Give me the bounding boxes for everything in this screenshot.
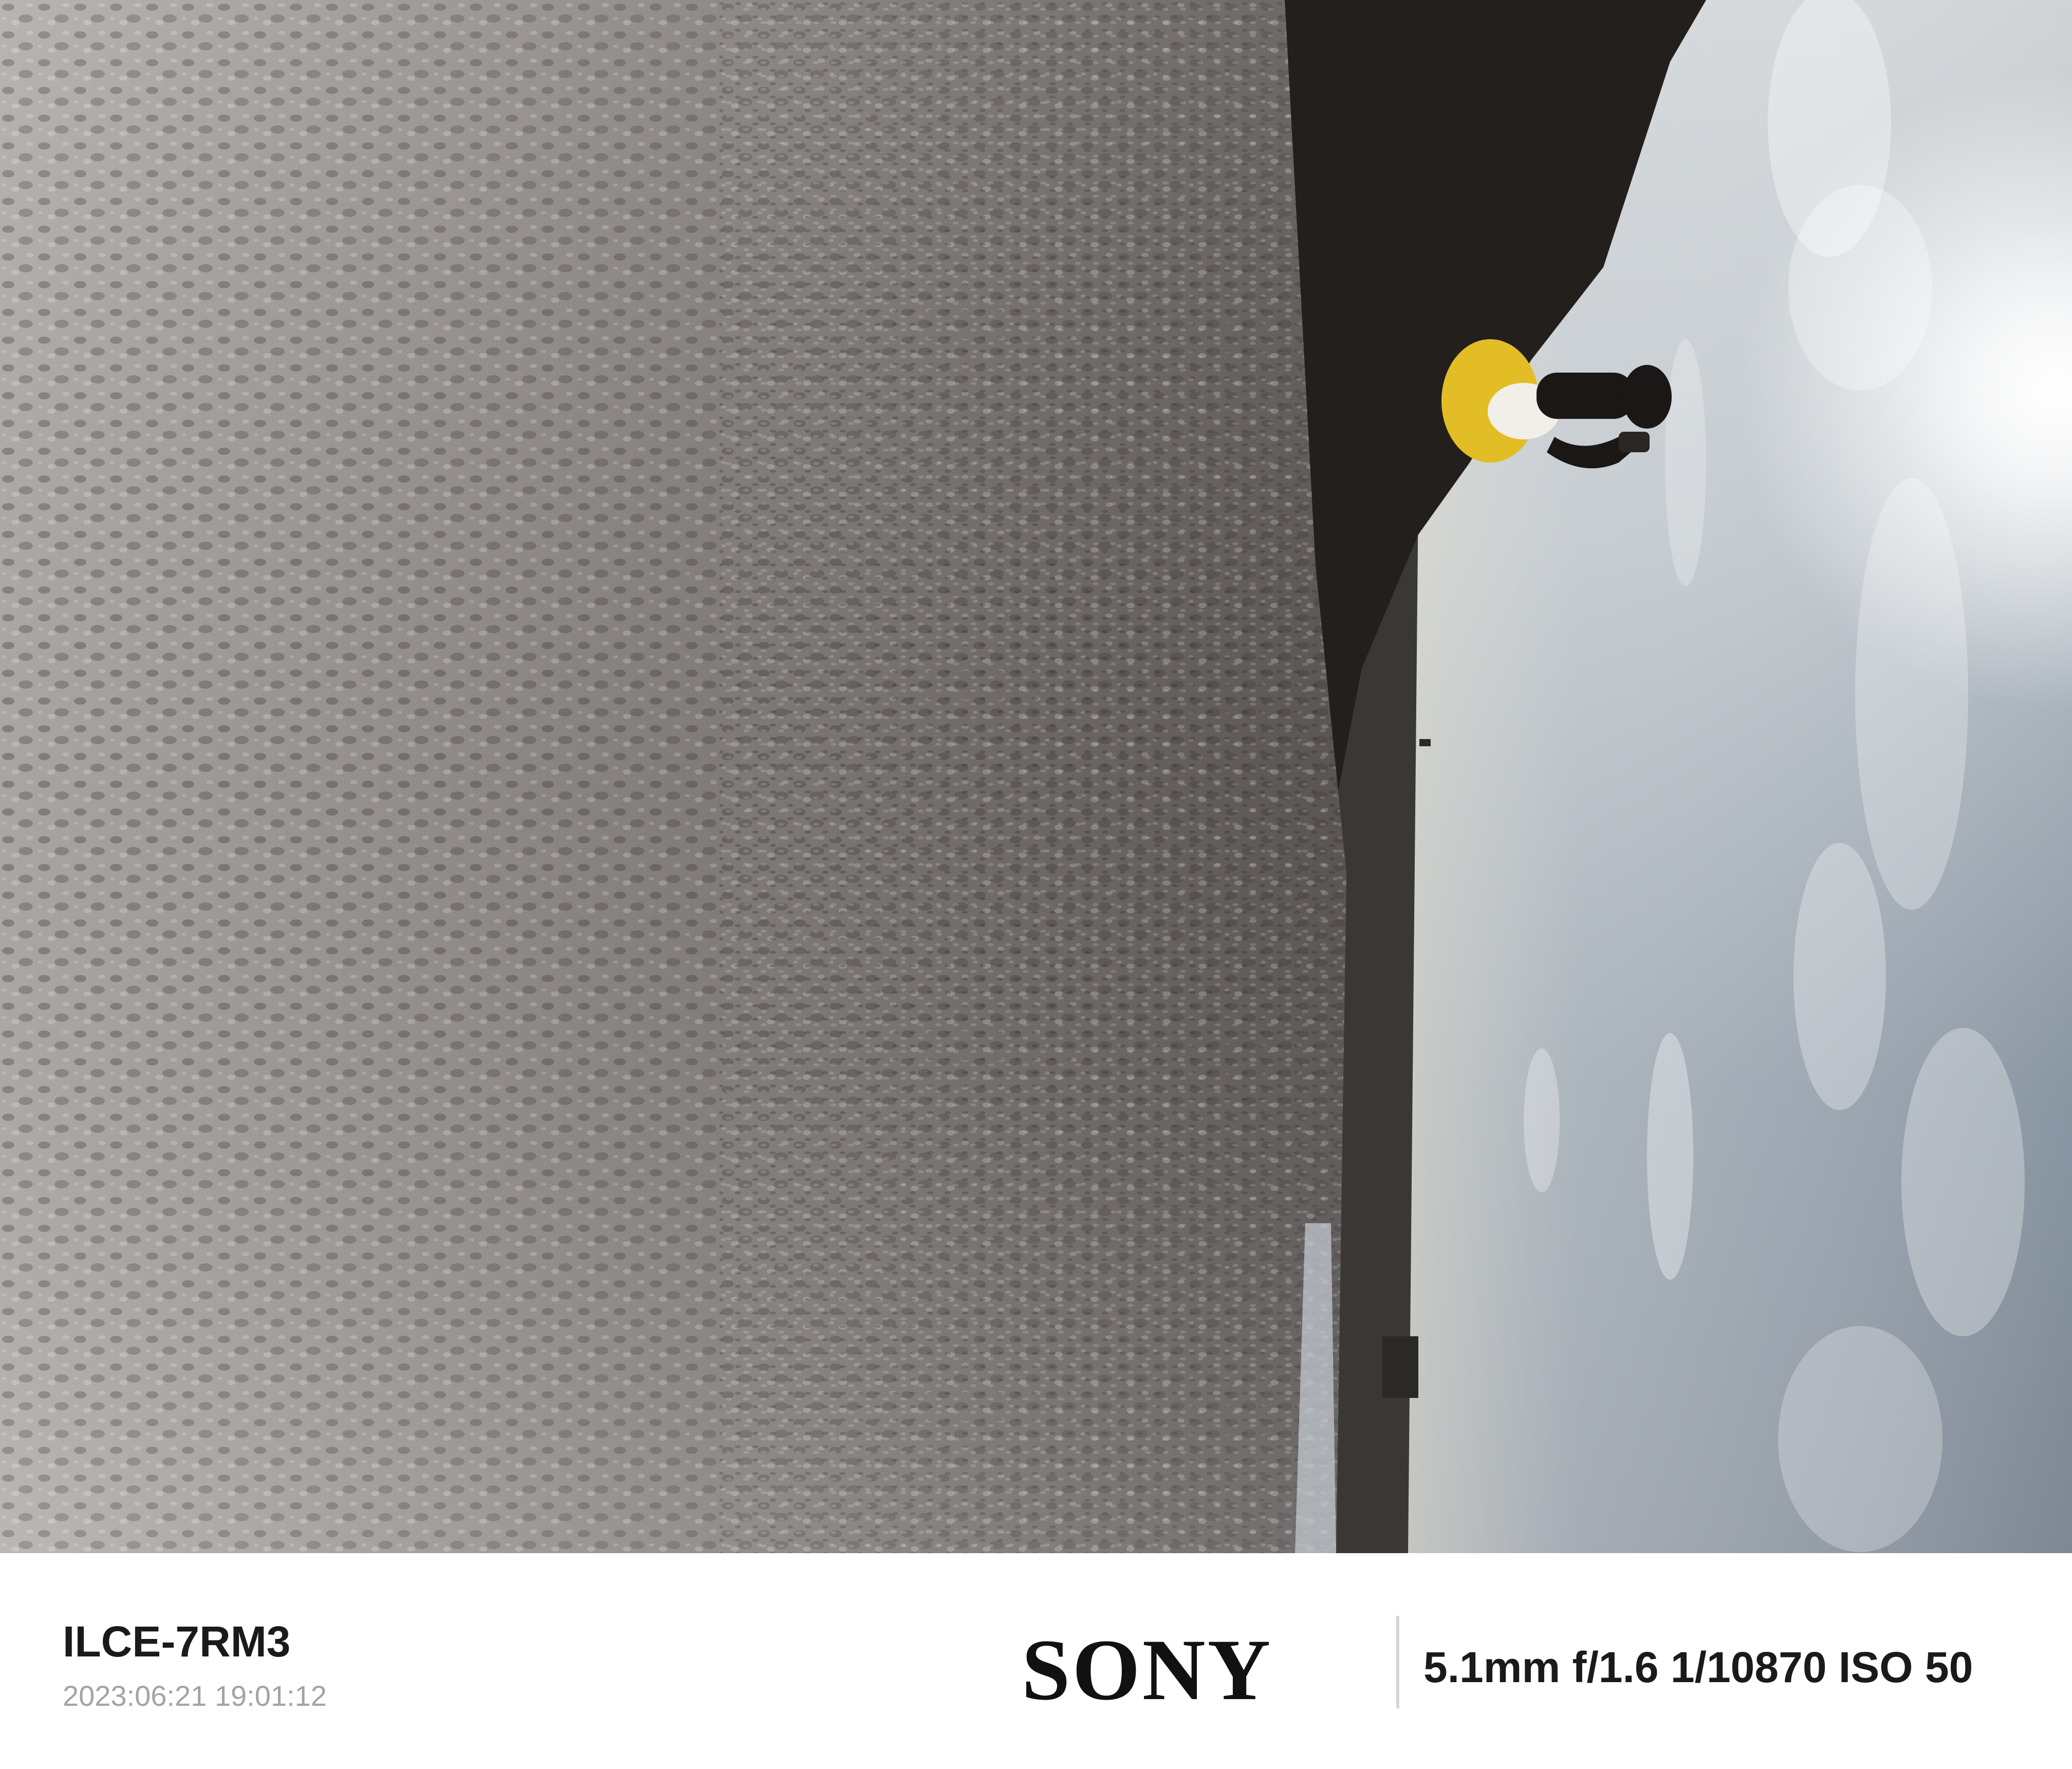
torso (1537, 373, 1634, 419)
divider (1396, 1616, 1399, 1708)
info-bar: ILCE-7RM3 2023:06:21 19:01:12 SONY 5.1mm… (0, 1553, 2072, 1769)
phone (1619, 432, 1650, 452)
photo-frame: ILCE-7RM3 2023:06:21 19:01:12 SONY 5.1mm… (0, 0, 2072, 1769)
head (1622, 365, 1672, 429)
distant-structure (1382, 1336, 1418, 1398)
exif-settings: 5.1mm f/1.6 1/10870 ISO 50 (1423, 1643, 1973, 1691)
camera-model: ILCE-7RM3 (63, 1617, 291, 1666)
brand-logo: SONY (1022, 1621, 1273, 1718)
photo-scene (0, 0, 2072, 1553)
capture-time: 2023:06:21 19:01:12 (63, 1680, 327, 1712)
salt-shading (0, 0, 1346, 1553)
distant-sign (1419, 739, 1431, 746)
photo (0, 0, 2072, 1553)
